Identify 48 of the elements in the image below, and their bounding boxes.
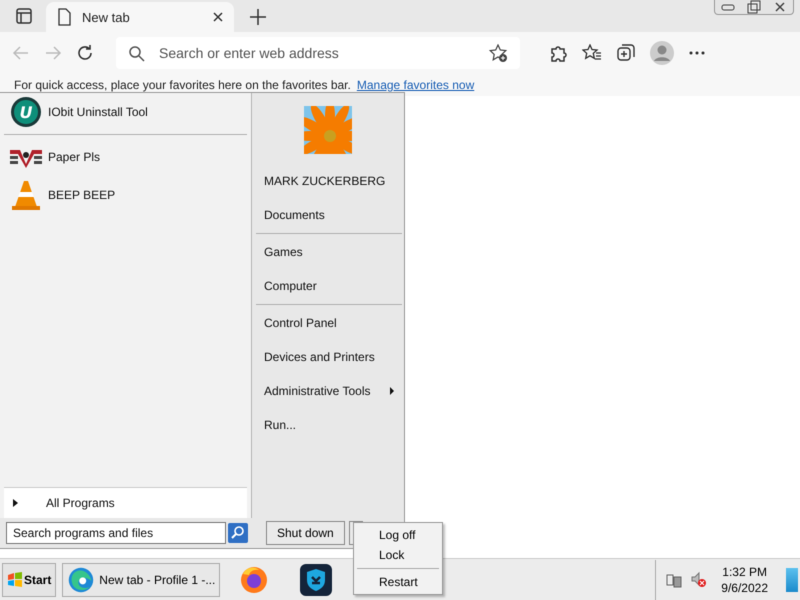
show-desktop-button[interactable] xyxy=(786,568,798,592)
menu-item[interactable]: Lock xyxy=(357,545,439,565)
close-icon[interactable] xyxy=(773,0,787,14)
windows-logo-icon xyxy=(7,572,23,588)
refresh-icon[interactable] xyxy=(76,44,94,62)
search-field[interactable]: Search programs and files xyxy=(6,522,226,544)
menu-item[interactable]: Games xyxy=(256,235,402,269)
traffic-cone-icon xyxy=(10,180,42,210)
menu-item[interactable]: Documents xyxy=(256,198,402,232)
address-field[interactable]: Search or enter web address xyxy=(157,44,477,62)
muted-speaker-icon xyxy=(690,571,708,588)
clock-time: 1:32 PM xyxy=(722,564,767,580)
flower-photo xyxy=(304,106,352,154)
clock-date: 9/6/2022 xyxy=(721,580,768,596)
collections-icon[interactable] xyxy=(616,43,636,63)
taskbar-window-button[interactable]: New tab - Profile 1 -... xyxy=(62,562,220,596)
start-button[interactable]: Start xyxy=(2,562,56,596)
address-bar[interactable]: Search or enter web address xyxy=(116,37,520,69)
all-programs-item[interactable]: All Programs xyxy=(4,487,247,518)
submenu-arrow-icon xyxy=(390,387,394,395)
expand-arrow-icon xyxy=(12,498,18,508)
menu-item[interactable]: Log off xyxy=(357,525,439,545)
menu-item[interactable]: Control Panel xyxy=(256,306,402,340)
menu-item[interactable]: MARK ZUCKERBERG xyxy=(256,164,402,198)
add-favorite-icon[interactable] xyxy=(489,44,508,62)
search-icon[interactable] xyxy=(228,523,248,543)
new-tab-icon[interactable] xyxy=(250,9,266,25)
program-item[interactable]: BEEP BEEP xyxy=(4,176,247,214)
favorites-icon[interactable] xyxy=(582,44,602,62)
network-icon xyxy=(666,572,682,588)
profile-avatar-icon[interactable] xyxy=(650,41,674,65)
restore-icon[interactable] xyxy=(747,0,761,14)
manage-favorites-link[interactable]: Manage favorites now xyxy=(356,78,474,92)
tab-actions-icon[interactable] xyxy=(15,7,33,25)
browser-tab[interactable]: New tab xyxy=(46,2,234,32)
search-icon xyxy=(128,44,145,62)
favorites-bar-message: For quick access, place your favorites here on the favorites bar. xyxy=(14,78,351,92)
program-item[interactable]: U IObit Uninstall Tool xyxy=(4,93,247,131)
shut-down-button[interactable]: Shut down xyxy=(266,521,345,545)
menu-item[interactable]: Computer xyxy=(256,269,402,303)
menu-item[interactable]: Run... xyxy=(256,408,402,442)
page-icon xyxy=(56,8,72,26)
close-icon[interactable] xyxy=(212,11,224,23)
menu-item[interactable]: Restart xyxy=(357,572,439,592)
uninstaller-icon: U xyxy=(10,96,42,128)
menu-item[interactable]: Administrative Tools xyxy=(256,374,402,408)
menu-item[interactable]: Devices and Printers xyxy=(256,340,402,374)
program-item[interactable]: Paper Pls xyxy=(4,138,247,176)
